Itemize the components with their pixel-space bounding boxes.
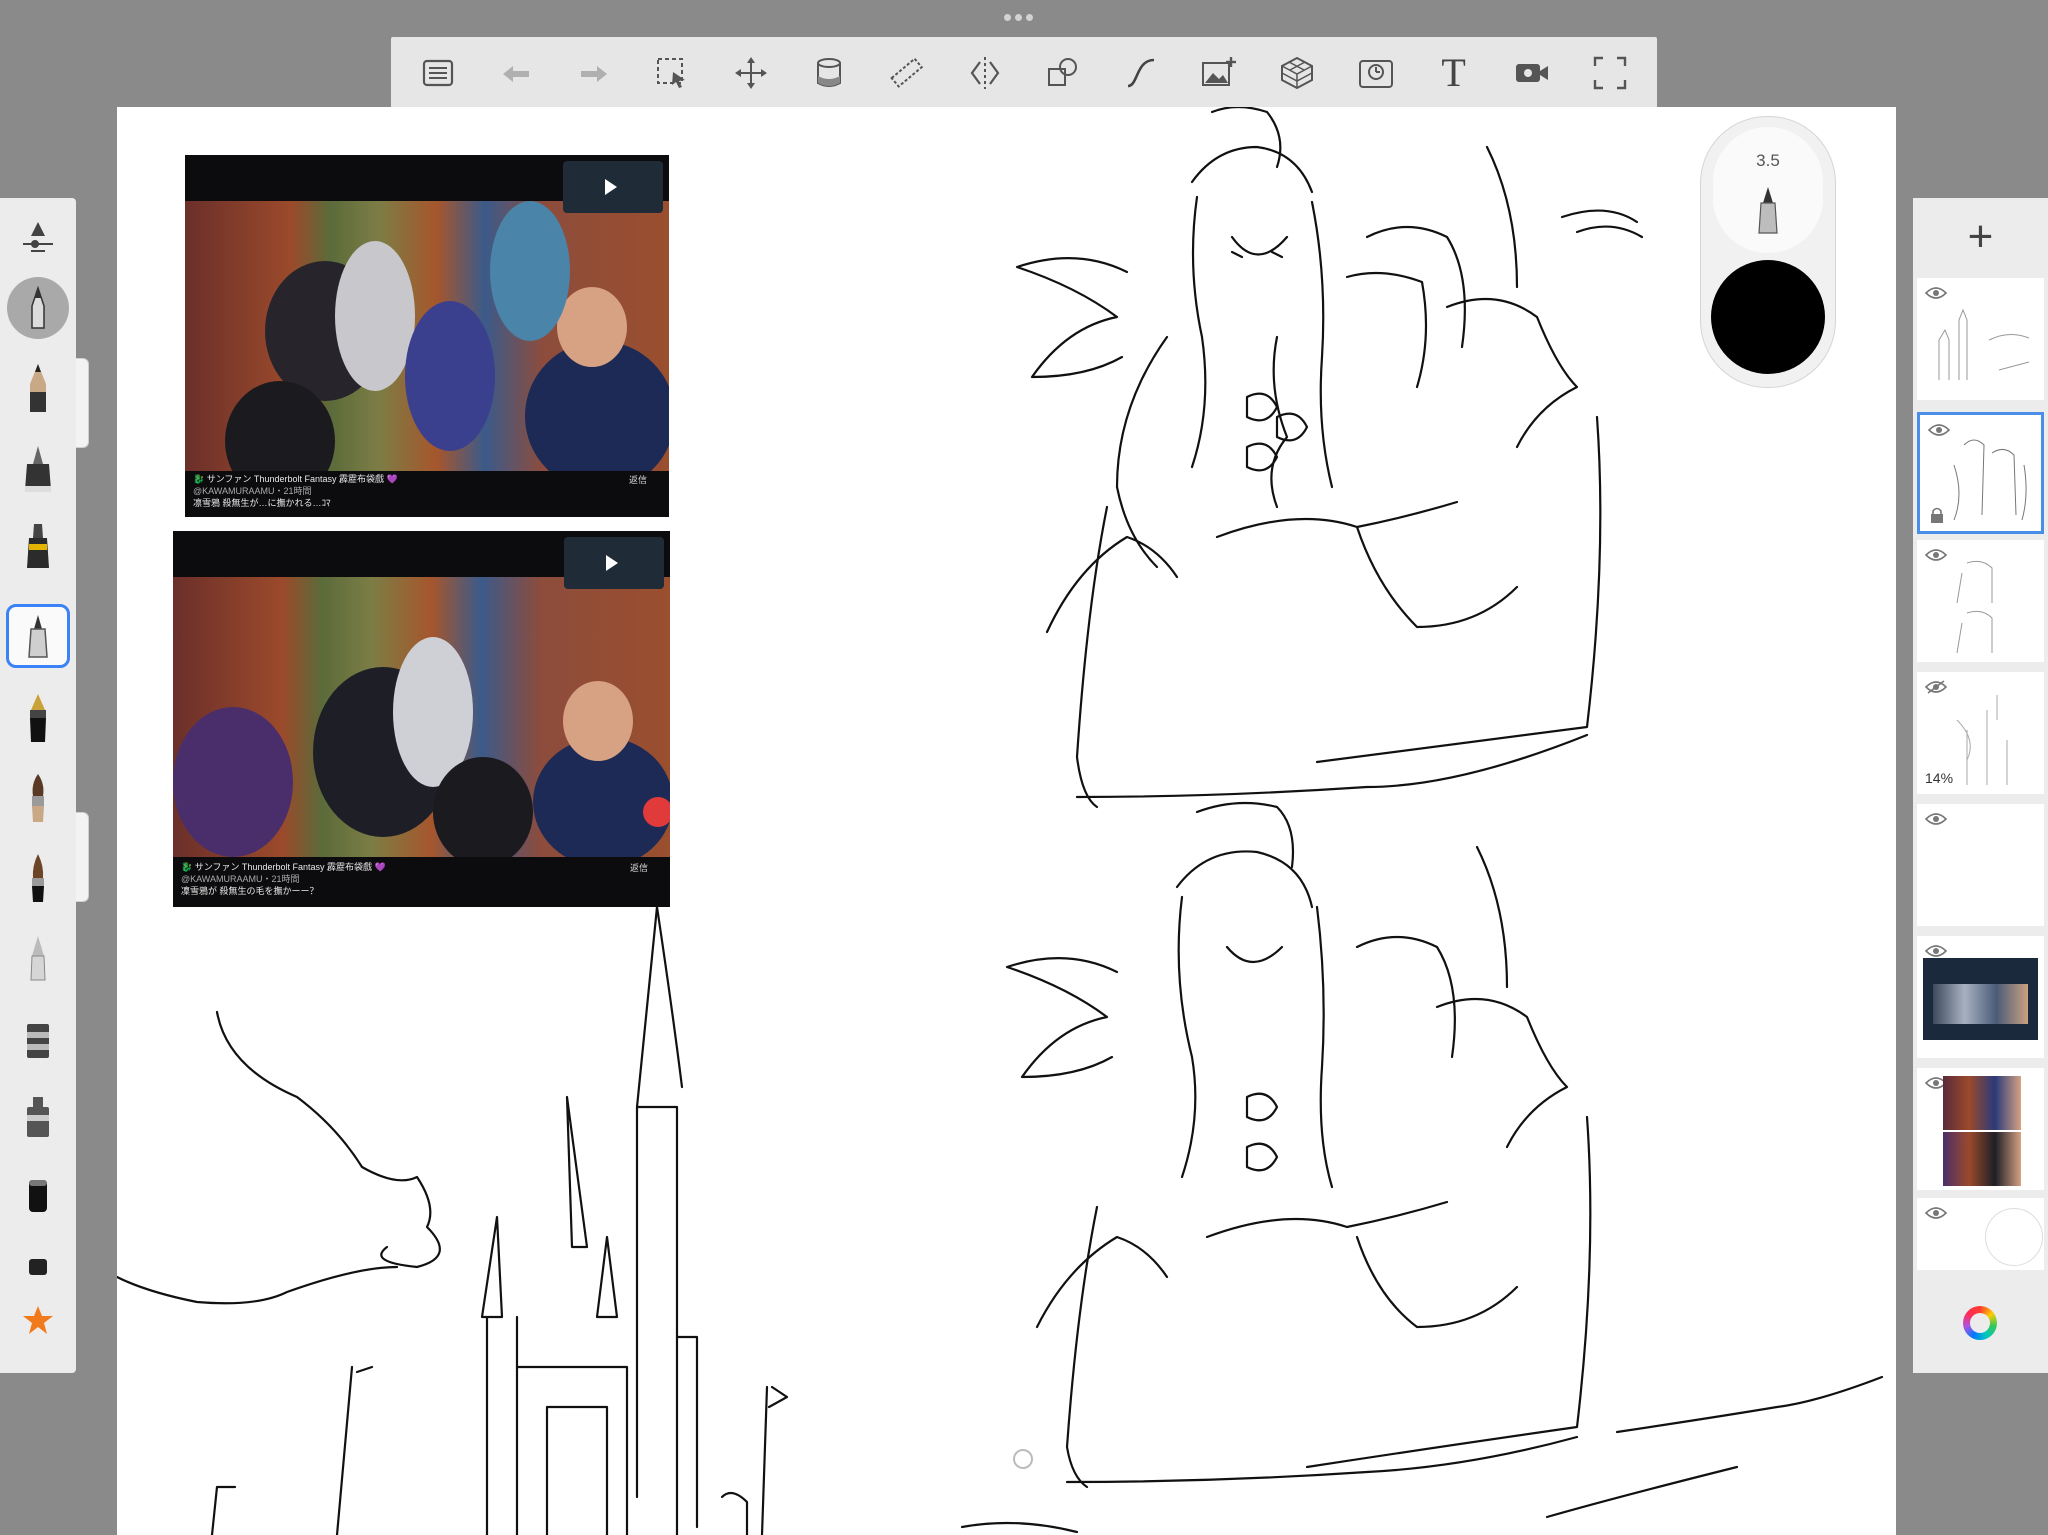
layer-8-preview bbox=[1985, 1208, 2043, 1266]
wet-brush-icon[interactable] bbox=[6, 846, 70, 910]
top-toolbar: T bbox=[391, 37, 1657, 108]
eye-icon-8[interactable] bbox=[1925, 1206, 1947, 1220]
sketch-strokes bbox=[117, 107, 1884, 1535]
layers-panel: + 14% bbox=[1913, 198, 2048, 1373]
timelapse-icon[interactable] bbox=[1349, 46, 1403, 100]
character-sketch-top bbox=[1015, 107, 1644, 809]
brush-settings-icon[interactable] bbox=[6, 206, 70, 270]
layer-thumbnail-4[interactable]: 14% bbox=[1917, 672, 2044, 794]
text-icon[interactable]: T bbox=[1427, 46, 1481, 100]
color-wheel-icon[interactable] bbox=[1963, 1306, 1997, 1340]
list-icon[interactable] bbox=[411, 46, 465, 100]
undo-icon[interactable] bbox=[489, 46, 543, 100]
fountain-pen-icon[interactable] bbox=[6, 686, 70, 750]
layer-thumbnail-1[interactable] bbox=[1917, 278, 2044, 400]
brush-size-puck: 3.5 bbox=[1700, 116, 1836, 388]
record-icon[interactable] bbox=[1505, 46, 1559, 100]
toolbar-grip[interactable] bbox=[1004, 8, 1044, 22]
shapes-icon[interactable] bbox=[1036, 46, 1090, 100]
layer-thumbnail-7[interactable] bbox=[1917, 1068, 2044, 1190]
ruler-icon[interactable] bbox=[880, 46, 934, 100]
stamp-icon[interactable] bbox=[6, 1086, 70, 1150]
spray-can-icon[interactable] bbox=[6, 1008, 70, 1072]
fill-icon[interactable] bbox=[802, 46, 856, 100]
eye-icon-6[interactable] bbox=[1925, 944, 1947, 958]
layer-lock-icon bbox=[1931, 507, 1943, 523]
fullscreen-icon[interactable] bbox=[1583, 46, 1637, 100]
favorites-star-icon[interactable] bbox=[6, 1288, 70, 1352]
layer-thumbnail-8[interactable] bbox=[1917, 1198, 2044, 1270]
layer-7-preview-bottom bbox=[1943, 1132, 2021, 1186]
layer-thumbnail-5[interactable] bbox=[1917, 804, 2044, 926]
technical-pen-icon[interactable] bbox=[6, 604, 70, 668]
character-sketch-bottom bbox=[960, 801, 1884, 1534]
ink-pen-icon[interactable] bbox=[6, 436, 70, 500]
airbrush-icon[interactable] bbox=[6, 926, 70, 990]
current-color-swatch[interactable] bbox=[1711, 260, 1825, 374]
perspective-icon[interactable] bbox=[1270, 46, 1324, 100]
layer-4-opacity: 14% bbox=[1925, 770, 1954, 786]
layer-6-preview bbox=[1923, 958, 2038, 1040]
drawing-canvas[interactable]: 🐉 サンファン Thunderbolt Fantasy 霹靂布袋戲 💜 @KAW… bbox=[117, 107, 1896, 1535]
castle-sketch bbox=[117, 905, 789, 1535]
canvas-cursor bbox=[1013, 1449, 1033, 1469]
layer-thumbnail-2[interactable] bbox=[1917, 412, 2044, 534]
layer-7-preview-top bbox=[1943, 1076, 2021, 1130]
brush-size-knob[interactable]: 3.5 bbox=[1713, 127, 1823, 253]
pencil-icon[interactable] bbox=[6, 356, 70, 420]
eye-icon-5[interactable] bbox=[1925, 812, 1947, 826]
brush-size-value: 3.5 bbox=[1756, 151, 1780, 170]
eraser-icon[interactable] bbox=[6, 1164, 70, 1228]
symmetry-icon[interactable] bbox=[958, 46, 1012, 100]
add-layer-button[interactable]: + bbox=[1913, 198, 2048, 276]
image-icon[interactable] bbox=[1192, 46, 1246, 100]
layer-thumbnail-6[interactable] bbox=[1917, 936, 2044, 1058]
blender-brush-icon[interactable] bbox=[6, 276, 70, 340]
layer-thumbnail-3[interactable] bbox=[1917, 540, 2044, 662]
select-icon[interactable] bbox=[645, 46, 699, 100]
brush-opacity-slider-tab[interactable] bbox=[76, 812, 89, 902]
text-tool-glyph: T bbox=[1441, 50, 1466, 95]
brush-panel bbox=[0, 198, 76, 1373]
paintbrush-icon[interactable] bbox=[6, 766, 70, 830]
current-brush-icon bbox=[1758, 187, 1778, 234]
curve-icon[interactable] bbox=[1114, 46, 1168, 100]
eye-icon[interactable] bbox=[1925, 286, 1947, 300]
transform-icon[interactable] bbox=[724, 46, 778, 100]
redo-icon[interactable] bbox=[567, 46, 621, 100]
marker-icon[interactable] bbox=[6, 514, 70, 578]
brush-size-slider-tab[interactable] bbox=[76, 358, 89, 448]
